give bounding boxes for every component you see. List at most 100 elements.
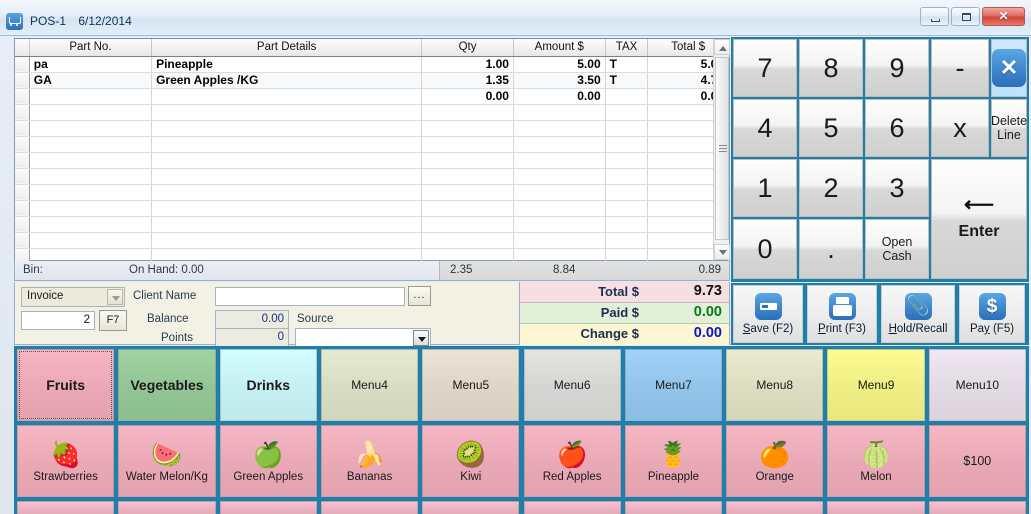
key-8[interactable]: 8 bbox=[799, 39, 863, 97]
menu-category-menu6[interactable]: Menu6 bbox=[523, 349, 621, 421]
cell-empty[interactable] bbox=[605, 168, 649, 185]
table-row-empty[interactable] bbox=[15, 120, 729, 137]
cell-empty[interactable] bbox=[151, 120, 423, 137]
cell-amount[interactable]: 0.00 bbox=[513, 88, 606, 105]
product-button-kiwi[interactable]: 🥝 Kiwi bbox=[422, 425, 520, 497]
cell-empty[interactable] bbox=[421, 136, 514, 153]
chevron-down-icon[interactable] bbox=[107, 289, 123, 305]
open-cash-button[interactable]: Open Cash bbox=[865, 219, 929, 279]
product-button-bananas[interactable]: 🍌 Bananas bbox=[320, 425, 419, 497]
grid-scrollbar[interactable] bbox=[713, 39, 730, 260]
cell-empty[interactable] bbox=[513, 216, 606, 233]
cell-empty[interactable] bbox=[605, 184, 649, 201]
row-gutter[interactable] bbox=[15, 120, 30, 137]
minimize-button[interactable] bbox=[920, 7, 949, 26]
cell-empty[interactable] bbox=[421, 200, 514, 217]
cell-empty[interactable] bbox=[29, 200, 153, 217]
cell-empty[interactable] bbox=[513, 200, 606, 217]
cell-empty[interactable] bbox=[513, 232, 606, 249]
cell-empty[interactable] bbox=[151, 136, 423, 153]
cell-empty[interactable] bbox=[151, 184, 423, 201]
column-header-qty[interactable]: Qty bbox=[421, 39, 514, 57]
hold-recall-button[interactable]: 📎 Hold/Recall bbox=[881, 285, 955, 343]
cell-empty[interactable] bbox=[513, 120, 606, 137]
product-button-partial[interactable] bbox=[422, 501, 520, 514]
menu-category-vegetables[interactable]: Vegetables bbox=[118, 349, 216, 421]
table-row[interactable]: pa Pineapple 1.00 5.00 T 5.00 bbox=[15, 56, 729, 73]
cell-empty[interactable] bbox=[29, 136, 153, 153]
cell-tax[interactable]: T bbox=[605, 56, 649, 73]
menu-category-fruits[interactable]: Fruits bbox=[17, 349, 115, 421]
product-button-partial[interactable] bbox=[726, 501, 824, 514]
cell-empty[interactable] bbox=[605, 120, 649, 137]
scroll-down-icon[interactable] bbox=[714, 244, 730, 260]
delete-line-button[interactable]: Delete Line bbox=[991, 99, 1027, 157]
key-4[interactable]: 4 bbox=[733, 99, 797, 157]
cell-empty[interactable] bbox=[421, 232, 514, 249]
cell-empty[interactable] bbox=[29, 232, 153, 249]
key-3[interactable]: 3 bbox=[865, 159, 929, 217]
key-minus[interactable]: - bbox=[931, 39, 989, 97]
product-button-partial[interactable] bbox=[928, 501, 1026, 514]
key-0[interactable]: 0 bbox=[733, 219, 797, 279]
cell-qty[interactable]: 0.00 bbox=[421, 88, 514, 105]
cell-empty[interactable] bbox=[513, 136, 606, 153]
table-row-empty[interactable] bbox=[15, 184, 729, 201]
key-6[interactable]: 6 bbox=[865, 99, 929, 157]
row-gutter[interactable] bbox=[15, 216, 30, 233]
row-gutter[interactable] bbox=[15, 168, 30, 185]
cell-empty[interactable] bbox=[29, 216, 153, 233]
clear-button[interactable]: ✕ bbox=[991, 39, 1027, 97]
cell-empty[interactable] bbox=[421, 152, 514, 169]
cell-empty[interactable] bbox=[513, 152, 606, 169]
cell-empty[interactable] bbox=[605, 216, 649, 233]
cell-empty[interactable] bbox=[605, 136, 649, 153]
cell-empty[interactable] bbox=[513, 104, 606, 121]
product-button-green-apples[interactable]: 🍏 Green Apples bbox=[219, 425, 317, 497]
pay-button[interactable]: $ Pay (F5) bbox=[959, 285, 1025, 343]
product-button-partial[interactable] bbox=[827, 501, 925, 514]
row-gutter[interactable] bbox=[15, 232, 30, 249]
key-9[interactable]: 9 bbox=[865, 39, 929, 97]
table-row-empty[interactable] bbox=[15, 168, 729, 185]
client-name-input[interactable] bbox=[215, 287, 405, 306]
cell-empty[interactable] bbox=[29, 168, 153, 185]
cell-empty[interactable] bbox=[421, 168, 514, 185]
cell-empty[interactable] bbox=[605, 232, 649, 249]
product-button-partial[interactable] bbox=[320, 501, 419, 514]
menu-category-menu7[interactable]: Menu7 bbox=[624, 349, 723, 421]
table-row[interactable]: GA Green Apples /KG 1.35 3.50 T 4.73 bbox=[15, 72, 729, 89]
product-button-100[interactable]: $100 bbox=[928, 425, 1026, 497]
row-gutter[interactable] bbox=[15, 136, 30, 153]
menu-category-menu5[interactable]: Menu5 bbox=[422, 349, 520, 421]
column-header-tax[interactable]: TAX bbox=[605, 39, 649, 57]
cell-part-no[interactable]: GA bbox=[29, 72, 153, 89]
cell-empty[interactable] bbox=[151, 152, 423, 169]
cell-empty[interactable] bbox=[605, 152, 649, 169]
chevron-down-icon[interactable] bbox=[413, 330, 429, 346]
menu-category-menu10[interactable]: Menu10 bbox=[928, 349, 1026, 421]
product-button-red-apples[interactable]: 🍎 Red Apples bbox=[523, 425, 621, 497]
cell-empty[interactable] bbox=[421, 120, 514, 137]
doc-number-input[interactable]: 2 bbox=[21, 311, 95, 330]
key-decimal[interactable]: . bbox=[799, 219, 863, 279]
product-button-melon[interactable]: 🍈 Melon bbox=[827, 425, 925, 497]
key-1[interactable]: 1 bbox=[733, 159, 797, 217]
row-gutter[interactable] bbox=[15, 152, 30, 169]
product-button-partial[interactable] bbox=[624, 501, 723, 514]
cell-empty[interactable] bbox=[29, 120, 153, 137]
cell-empty[interactable] bbox=[151, 168, 423, 185]
key-5[interactable]: 5 bbox=[799, 99, 863, 157]
cell-tax[interactable]: T bbox=[605, 72, 649, 89]
print-button[interactable]: Print (F3) bbox=[807, 285, 877, 343]
close-button[interactable]: ✕ bbox=[982, 7, 1025, 26]
row-gutter[interactable] bbox=[15, 200, 30, 217]
cell-empty[interactable] bbox=[151, 216, 423, 233]
key-multiply[interactable]: x bbox=[931, 99, 989, 157]
cell-part-details[interactable] bbox=[151, 88, 423, 105]
cell-part-details[interactable]: Green Apples /KG bbox=[151, 72, 423, 89]
doc-type-select[interactable]: Invoice bbox=[21, 287, 125, 307]
table-row-empty[interactable] bbox=[15, 200, 729, 217]
product-button-orange[interactable]: 🍊 Orange bbox=[726, 425, 824, 497]
cell-qty[interactable]: 1.00 bbox=[421, 56, 514, 73]
